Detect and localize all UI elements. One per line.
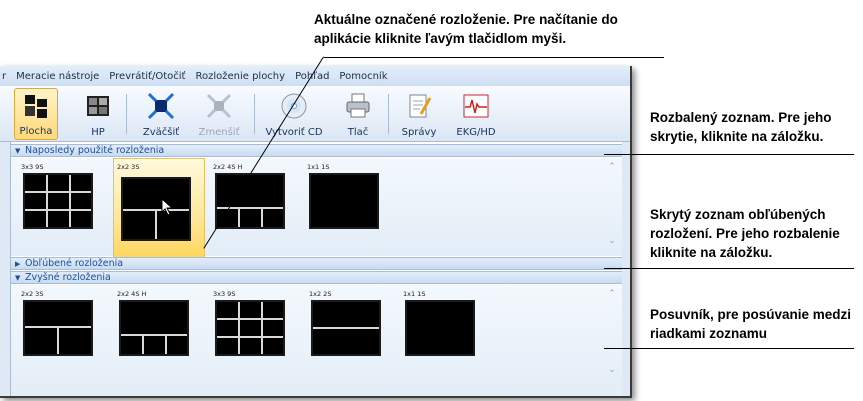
toolbar-separator bbox=[254, 94, 255, 134]
recent-layouts-title: Naposledy použité rozloženia bbox=[25, 145, 165, 156]
collapse-arrow-icon: ▼ bbox=[15, 147, 21, 155]
menu-item-flip-rotate[interactable]: Prevrátiť/Otočiť bbox=[109, 71, 185, 82]
recent-layouts-header[interactable]: ▼ Naposledy použité rozloženia bbox=[11, 144, 622, 157]
layout-thumb-1-plus-3[interactable]: 2x2 4S H bbox=[117, 289, 197, 356]
cd-icon bbox=[281, 93, 307, 119]
layout-caption: 1x1 1S bbox=[403, 290, 426, 298]
layout-thumb-1x1[interactable]: 1x1 1S bbox=[403, 289, 483, 356]
scroll-up-icon[interactable]: ⌃ bbox=[606, 162, 618, 172]
desktop-button-label: Plocha bbox=[19, 126, 53, 137]
toolbar-separator bbox=[388, 94, 389, 134]
other-layouts-panel: 2x2 3S 2x2 4S H 3x3 9S 1x2 2S 1x1 1S ⌃ ⌄ bbox=[11, 285, 622, 396]
callout-line-selected bbox=[324, 57, 664, 58]
layout-thumb-selected[interactable]: 2x2 3S bbox=[113, 158, 205, 258]
zoom-in-label: Zväčšiť bbox=[142, 127, 180, 138]
layout-thumb-1x1[interactable]: 1x1 1S bbox=[307, 162, 387, 229]
create-cd-label: Vytvoriť CD bbox=[265, 127, 323, 138]
report-icon bbox=[409, 94, 432, 118]
ecg-label: EKG/HD bbox=[456, 127, 496, 138]
menu-item-measure-tools[interactable]: Meracie nástroje bbox=[16, 71, 99, 82]
favorite-layouts-title: Obľúbené rozloženia bbox=[25, 258, 124, 269]
scroll-down-icon[interactable]: ⌄ bbox=[606, 365, 618, 375]
scroll-up-icon[interactable]: ⌃ bbox=[606, 289, 618, 299]
recent-scrollbar[interactable]: ⌃ ⌄ bbox=[606, 162, 618, 252]
print-button[interactable]: Tlač bbox=[338, 88, 378, 140]
hp-button-label: HP bbox=[91, 127, 105, 138]
menu-item-partial[interactable]: r bbox=[2, 71, 6, 82]
layout-thumb-3x3[interactable]: 3x3 9S bbox=[21, 162, 101, 229]
layout-list: ▼ Naposledy použité rozloženia 3x3 9S 2x2… bbox=[10, 142, 622, 396]
zoom-out-icon bbox=[206, 93, 232, 119]
recent-layouts-panel: 3x3 9S 2x2 3S 2x2 4S H 1x1 1S ⌃ ⌄ bbox=[11, 158, 622, 258]
zoom-out-label: Zmenšiť bbox=[198, 127, 240, 138]
zoom-out-button[interactable]: Zmenšiť bbox=[194, 88, 244, 140]
layout-caption: 2x2 3S bbox=[117, 163, 140, 171]
menu-item-layout[interactable]: Rozloženie plochy bbox=[195, 71, 285, 82]
ecg-button[interactable]: EKG/HD bbox=[448, 88, 504, 140]
layout-thumb-1-plus-2[interactable]: 2x2 3S bbox=[21, 289, 101, 356]
annotation-hidden-list: Skrytý zoznam obľúbených rozložení. Pre … bbox=[650, 207, 840, 260]
callout-line-hidden bbox=[604, 268, 854, 269]
layout-manager-window: r Meracie nástroje Prevrátiť/Otočiť Rozl… bbox=[0, 66, 632, 398]
ecg-icon bbox=[463, 94, 489, 118]
other-layouts-title: Zvyšné rozloženia bbox=[25, 272, 111, 283]
layout-caption: 1x1 1S bbox=[307, 163, 330, 171]
hanging-protocol-icon bbox=[87, 96, 109, 116]
print-label: Tlač bbox=[347, 127, 369, 138]
other-layouts-header[interactable]: ▼ Zvyšné rozloženia bbox=[11, 271, 622, 284]
expand-arrow-icon: ▶ bbox=[15, 260, 21, 268]
mouse-pointer-icon bbox=[161, 198, 174, 216]
favorite-layouts-header[interactable]: ▶ Obľúbené rozloženia bbox=[11, 257, 622, 270]
annotation-expanded-list: Rozbalený zoznam. Pre jeho skrytie, klik… bbox=[650, 110, 832, 144]
ribbon-toolbar: Plocha HP Zväčšiť Zmenšiť Vytvoriť CD Tl… bbox=[0, 86, 630, 142]
layout-caption: 3x3 9S bbox=[213, 290, 236, 298]
annotation-scrollbar: Posuvník, pre posúvanie medzi riadkami z… bbox=[650, 307, 852, 341]
callout-line-expanded bbox=[604, 154, 854, 155]
layout-thumb-1x2[interactable]: 1x2 2S bbox=[309, 289, 389, 356]
hp-button[interactable]: HP bbox=[78, 88, 118, 140]
callout-line-scroll bbox=[604, 348, 854, 349]
zoom-in-button[interactable]: Zväčšiť bbox=[136, 88, 186, 140]
toolbar-separator bbox=[126, 94, 127, 134]
desktop-button[interactable]: Plocha bbox=[14, 88, 58, 140]
desktop-layout-icon bbox=[25, 95, 47, 118]
reports-button[interactable]: Správy bbox=[396, 88, 442, 140]
collapse-arrow-icon: ▼ bbox=[15, 274, 21, 282]
layout-caption: 2x2 4S H bbox=[117, 290, 147, 298]
layout-caption: 3x3 9S bbox=[21, 163, 44, 171]
layout-thumb-3x3[interactable]: 3x3 9S bbox=[213, 289, 293, 356]
menu-item-help[interactable]: Pomocník bbox=[339, 71, 387, 82]
printer-icon bbox=[346, 93, 370, 118]
create-cd-button[interactable]: Vytvoriť CD bbox=[260, 88, 328, 140]
reports-label: Správy bbox=[401, 127, 437, 138]
other-layouts-scrollbar[interactable]: ⌃ ⌄ bbox=[606, 289, 618, 389]
annotation-selected-layout: Aktuálne označené rozloženie. Pre načíta… bbox=[314, 12, 618, 46]
scroll-down-icon[interactable]: ⌄ bbox=[606, 236, 618, 246]
zoom-in-icon bbox=[147, 92, 175, 120]
layout-caption: 1x2 2S bbox=[309, 290, 332, 298]
layout-caption: 2x2 3S bbox=[21, 290, 44, 298]
